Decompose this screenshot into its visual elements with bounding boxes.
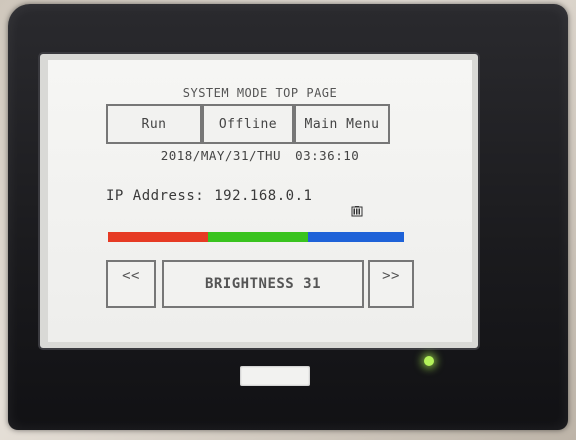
blue-segment [308,232,404,242]
date-text: 2018/MAY/31/THU [160,148,282,163]
power-led [424,356,434,366]
ip-label: IP Address: [106,188,205,204]
device-label-slot [240,366,310,386]
previous-page-button[interactable]: << [106,260,156,308]
main-menu-button[interactable]: Main Menu [294,104,390,144]
page-title: SYSTEM MODE TOP PAGE [182,86,338,100]
green-segment [208,232,308,242]
ip-address-row: IP Address: 192.168.0.1 [106,188,312,204]
rgb-color-bar [108,232,404,242]
run-button[interactable]: Run [106,104,202,144]
ip-value: 192.168.0.1 [214,188,313,204]
touch-screen: SYSTEM MODE TOP PAGE Run Offline Main Me… [48,60,472,342]
time-text: 03:36:10 [295,148,360,163]
next-page-button[interactable]: >> [368,260,414,308]
red-segment [108,232,208,242]
brightness-display[interactable]: BRIGHTNESS 31 [162,260,364,308]
battery-icon [351,206,363,217]
offline-button[interactable]: Offline [202,104,294,144]
date-time-display: 2018/MAY/31/THU 03:36:10 [48,148,472,163]
